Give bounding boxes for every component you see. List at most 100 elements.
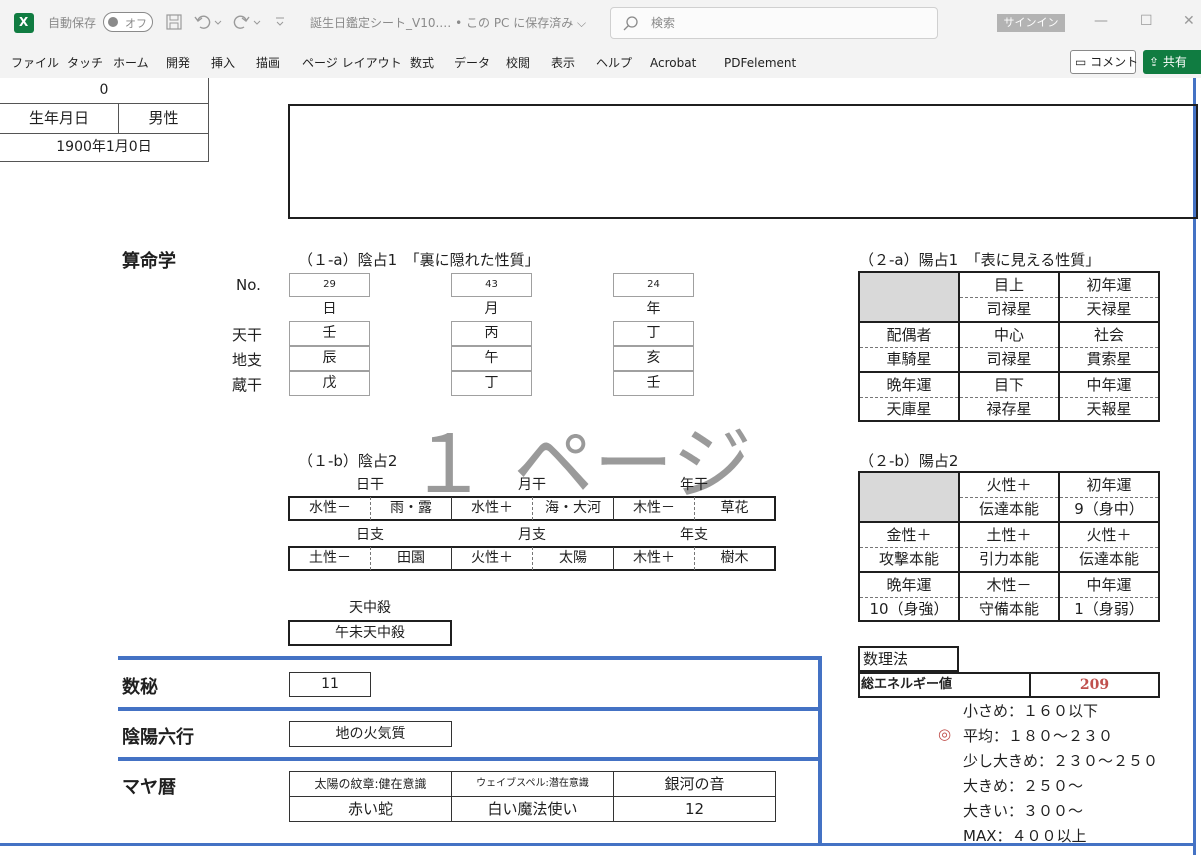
undo-icon[interactable] [194, 13, 222, 31]
chishi-day[interactable]: 辰 [289, 346, 370, 371]
inyou-value[interactable]: 地の火気質 [289, 721, 452, 747]
shi-day-nature[interactable]: 田園 [370, 547, 451, 570]
tab-page-layout[interactable]: ページ レイアウト [302, 56, 402, 70]
tenkan-month[interactable]: 丙 [451, 321, 532, 346]
tab-formulas[interactable]: 数式 [410, 56, 434, 70]
sign-in-button[interactable]: サインイン [997, 14, 1065, 32]
tab-touch[interactable]: タッチ [67, 56, 103, 70]
yang2-title: （２-b）陽占2 [859, 452, 959, 470]
kan-day-element[interactable]: 水性－ [290, 497, 370, 520]
shi-month-element[interactable]: 火性＋ [451, 547, 532, 570]
comment-button[interactable]: ▭ コメント [1070, 50, 1138, 74]
birthdate-cell[interactable]: 1900年1月0日 [0, 134, 209, 162]
yang2-r1-c1[interactable]: 伝達本能 [960, 498, 1058, 521]
yang1-r2-c2[interactable]: 社会 [1060, 323, 1158, 347]
tab-home[interactable]: ホーム [113, 56, 149, 70]
maya-galactic-tone[interactable]: 12 [614, 797, 775, 821]
yang2-r2-c2[interactable]: 火性＋ [1060, 523, 1158, 547]
maya-sun-seal[interactable]: 赤い蛇 [290, 797, 451, 821]
zoukan-year[interactable]: 壬 [613, 371, 694, 396]
tenkan-day[interactable]: 壬 [289, 321, 370, 346]
no-month[interactable]: 43 [451, 273, 532, 297]
yang2-r0-c2[interactable]: 初年運 [1060, 473, 1158, 497]
shi-month-nature[interactable]: 太陽 [532, 547, 613, 570]
file-name[interactable]: 誕生日鑑定シート_V10.… • この PC に保存済み ⌵ [310, 16, 586, 30]
tab-help[interactable]: ヘルプ [596, 56, 632, 70]
yang1-r2-c1[interactable]: 中心 [960, 323, 1058, 347]
tab-pdfelement[interactable]: PDFelement [724, 56, 796, 70]
yang1-r5-c1[interactable]: 禄存星 [960, 398, 1058, 420]
close-icon[interactable]: ✕ [1183, 13, 1195, 29]
chishi-year[interactable]: 亥 [613, 346, 694, 371]
yang1-r5-c0[interactable]: 天庫星 [860, 398, 958, 420]
yang2-r5-c2[interactable]: 1（身弱） [1060, 598, 1158, 620]
tenkan-year[interactable]: 丁 [613, 321, 694, 346]
yang2-r3-c0[interactable]: 攻撃本能 [860, 548, 958, 571]
no-year[interactable]: 24 [613, 273, 694, 297]
maya-wavespell[interactable]: 白い魔法使い [452, 797, 613, 821]
kan-year-element[interactable]: 木性－ [613, 497, 694, 520]
notes-box[interactable] [288, 104, 1198, 219]
customize-toolbar-icon[interactable] [274, 15, 286, 29]
inyou-title: 陰陽六行 [122, 727, 194, 748]
chishi-month[interactable]: 午 [451, 346, 532, 371]
tenchusatsu-label: 天中殺 [349, 600, 391, 616]
tab-data[interactable]: データ [454, 56, 490, 70]
suhi-value[interactable]: 11 [289, 672, 371, 697]
yang1-r1-c2[interactable]: 天禄星 [1060, 298, 1158, 321]
shi-year-element[interactable]: 木性＋ [613, 547, 694, 570]
header-top-value[interactable]: 0 [0, 78, 209, 104]
yang2-r4-c0[interactable]: 晩年運 [860, 573, 958, 597]
shi-year-nature[interactable]: 樹木 [694, 547, 774, 570]
tab-view[interactable]: 表示 [551, 56, 575, 70]
kan-year-nature[interactable]: 草花 [694, 497, 774, 520]
yang2-r0-c1[interactable]: 火性＋ [960, 473, 1058, 497]
tab-developer[interactable]: 開発 [166, 56, 190, 70]
yang2-r5-c1[interactable]: 守備本能 [960, 598, 1058, 620]
yang2-r2-c1[interactable]: 土性＋ [960, 523, 1058, 547]
shi-day-element[interactable]: 土性－ [290, 547, 370, 570]
yang1-r0-c1[interactable]: 目上 [960, 273, 1058, 297]
zoukan-day[interactable]: 戊 [289, 371, 370, 396]
yang2-r1-c2[interactable]: 9（身中） [1060, 498, 1158, 521]
yang1-r2-c0[interactable]: 配偶者 [860, 323, 958, 347]
yang1-r3-c0[interactable]: 車騎星 [860, 348, 958, 371]
tenchusatsu-value[interactable]: 午未天中殺 [288, 620, 452, 646]
gender-cell[interactable]: 男性 [119, 104, 209, 134]
tab-acrobat[interactable]: Acrobat [650, 56, 696, 70]
redo-icon[interactable] [232, 13, 262, 31]
yang1-r1-c1[interactable]: 司禄星 [960, 298, 1058, 321]
yang2-r2-c0[interactable]: 金性＋ [860, 523, 958, 547]
kan-month-nature[interactable]: 海・大河 [532, 497, 613, 520]
save-icon[interactable] [166, 14, 182, 30]
yang2-r3-c2[interactable]: 伝達本能 [1060, 548, 1158, 571]
yang1-r4-c2[interactable]: 中年運 [1060, 373, 1158, 397]
yang1-r4-c0[interactable]: 晩年運 [860, 373, 958, 397]
tab-file[interactable]: ファイル [11, 56, 59, 70]
minimize-icon[interactable]: — [1094, 13, 1108, 29]
kan-day-nature[interactable]: 雨・露 [370, 497, 451, 520]
zoukan-month[interactable]: 丁 [451, 371, 532, 396]
share-button[interactable]: ⇪ 共有 [1143, 50, 1201, 74]
yang1-r4-c1[interactable]: 目下 [960, 373, 1058, 397]
yang2-r4-c2[interactable]: 中年運 [1060, 573, 1158, 597]
autosave-toggle[interactable]: オフ [103, 12, 153, 32]
tab-draw[interactable]: 描画 [256, 56, 280, 70]
tab-review[interactable]: 校閲 [506, 56, 530, 70]
yang1-r3-c1[interactable]: 司禄星 [960, 348, 1058, 371]
worksheet[interactable]: 0 生年月日 男性 1900年1月0日 算命学 （１-a）陰占1 「裏に隠れた性… [0, 78, 1201, 855]
yang1-r5-c2[interactable]: 天報星 [1060, 398, 1158, 420]
energy-value[interactable]: 209 [1031, 674, 1158, 696]
yang2-r3-c1[interactable]: 引力本能 [960, 548, 1058, 571]
yang2-r4-c1[interactable]: 木性－ [960, 573, 1058, 597]
yang2-r5-c0[interactable]: 10（身強） [860, 598, 958, 620]
toggle-knob [108, 17, 118, 27]
yang1-r0-c2[interactable]: 初年運 [1060, 273, 1158, 297]
search-box[interactable]: 検索 [610, 7, 938, 39]
yang1-r3-c2[interactable]: 貫索星 [1060, 348, 1158, 371]
kan-month-element[interactable]: 水性＋ [451, 497, 532, 520]
search-placeholder: 検索 [651, 16, 676, 30]
restore-icon[interactable]: ☐ [1140, 13, 1153, 29]
tab-insert[interactable]: 挿入 [211, 56, 235, 70]
no-day[interactable]: 29 [289, 273, 370, 297]
